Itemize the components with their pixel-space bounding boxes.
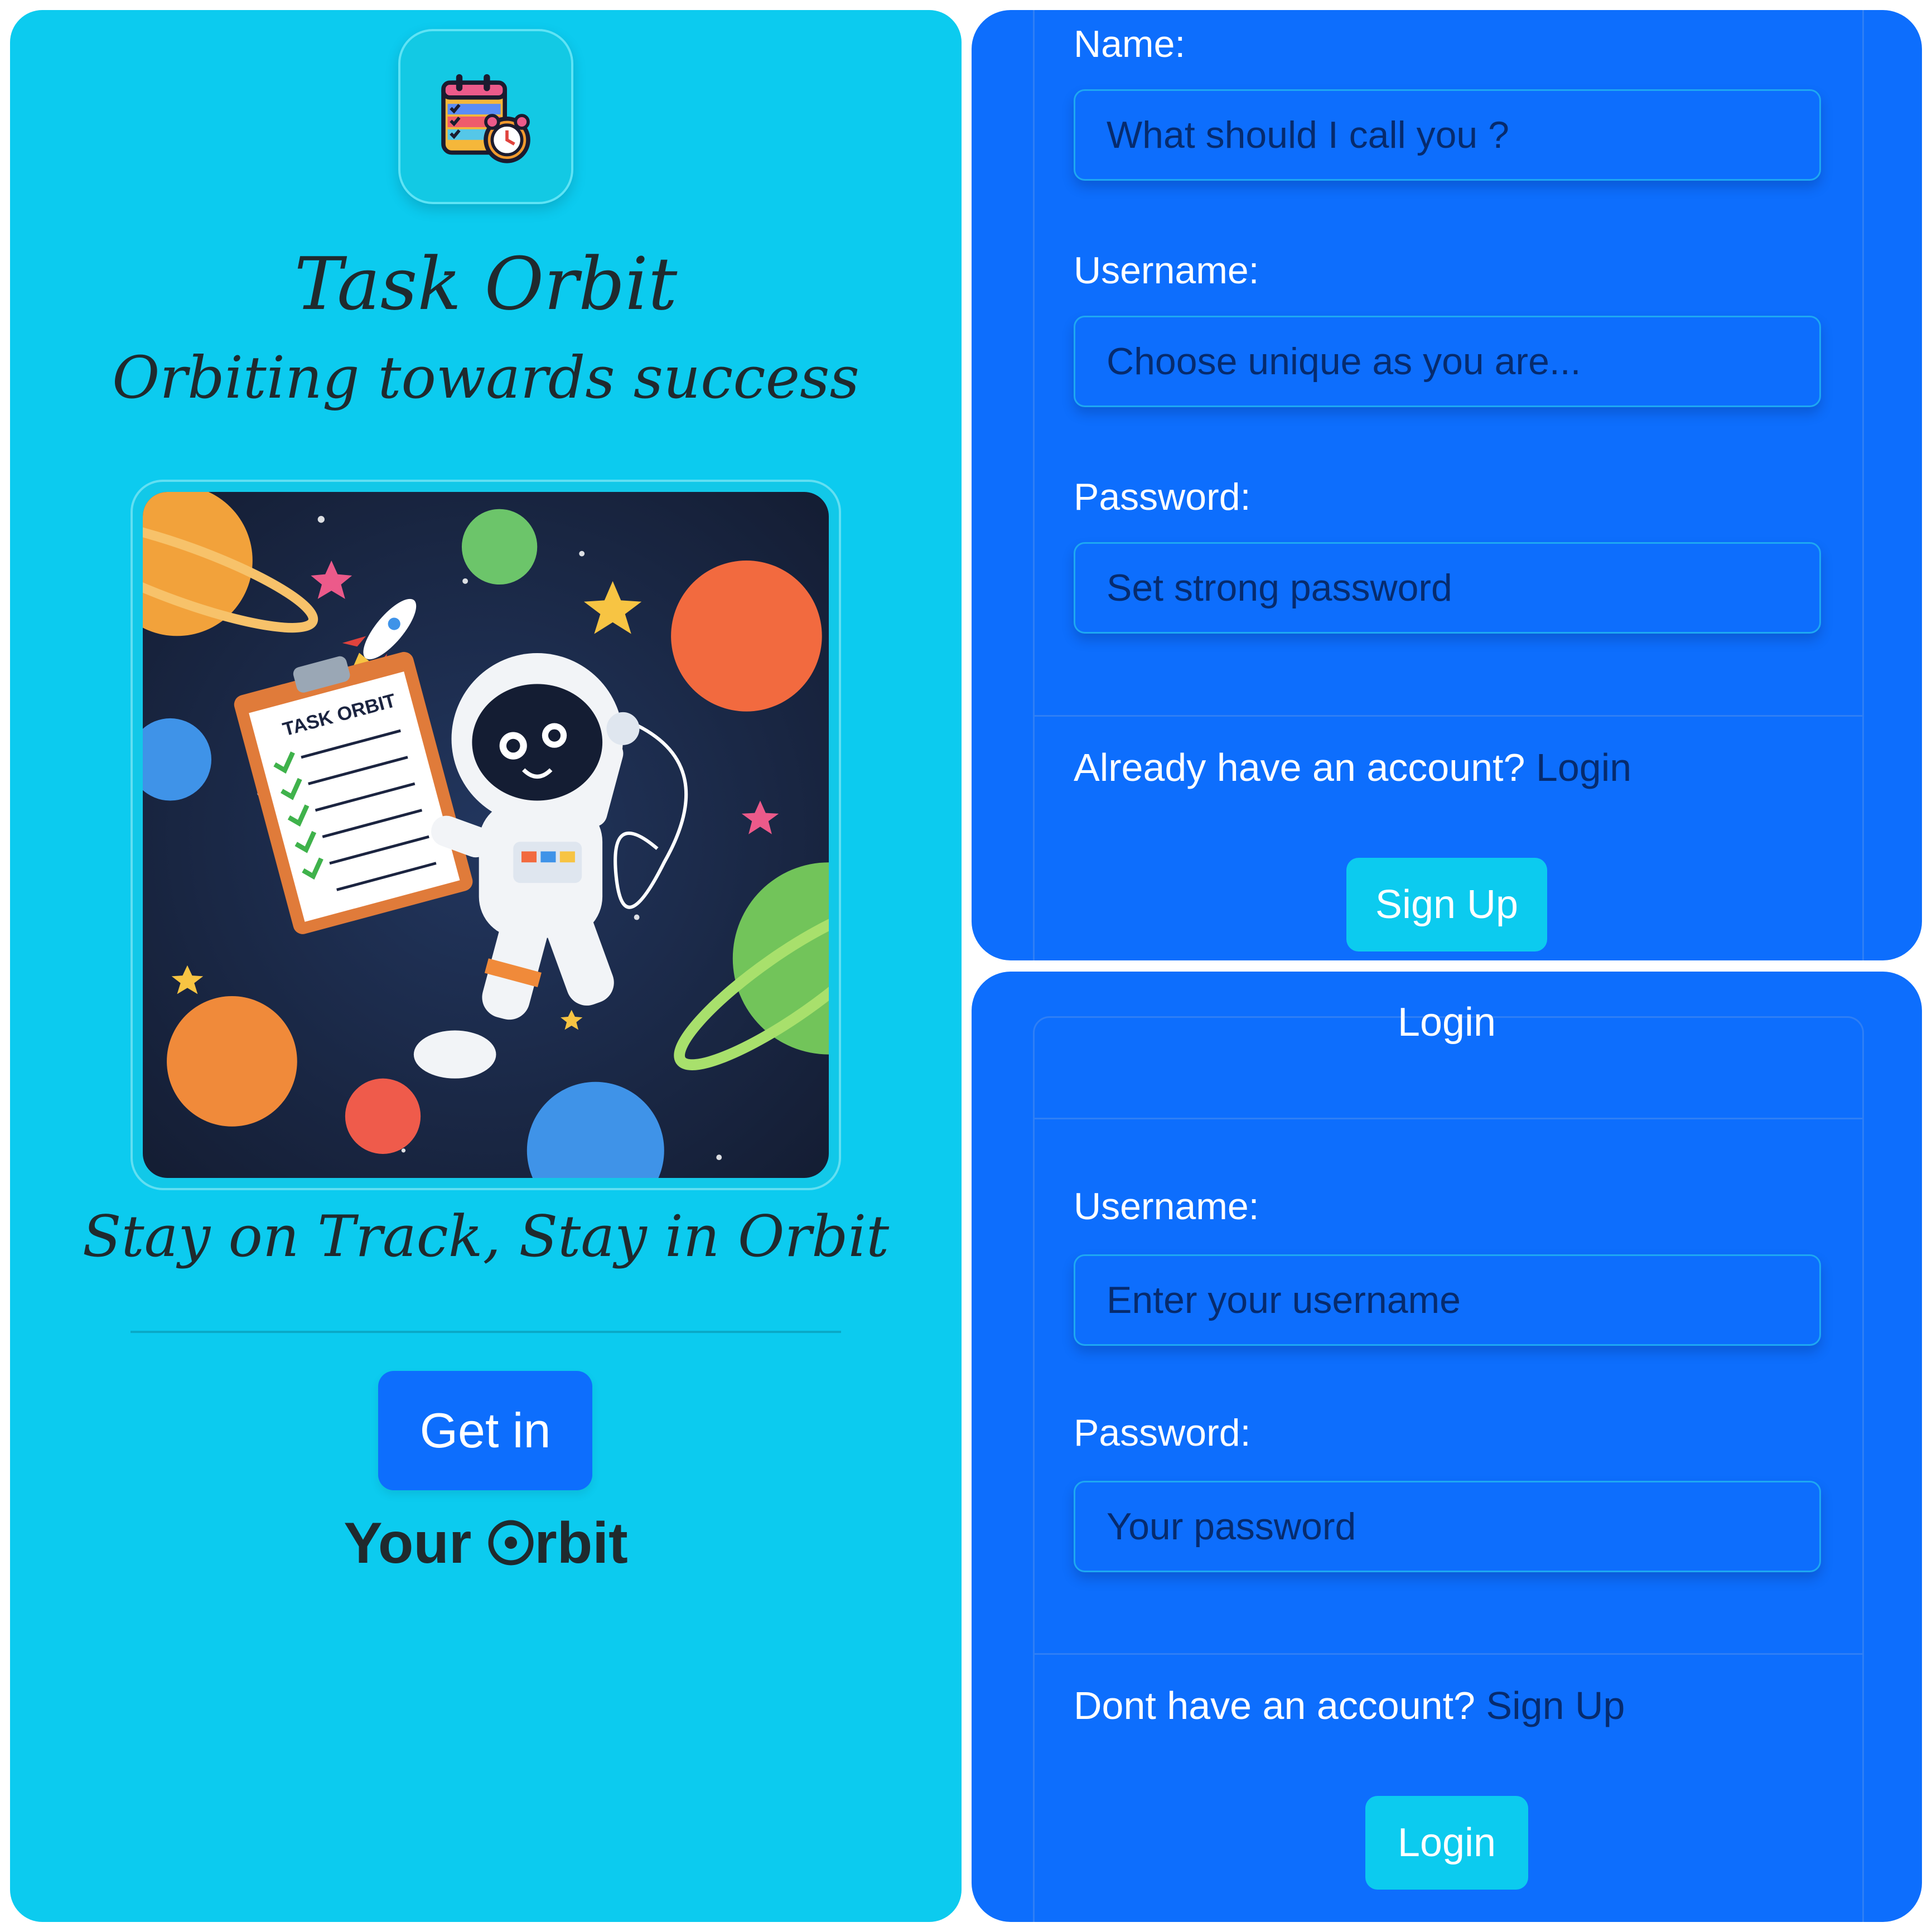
calendar-alarm-clock-icon [441, 74, 530, 163]
signup-prompt-text: Dont have an account? [1074, 1684, 1475, 1727]
login-header-divider [1033, 1118, 1864, 1119]
login-link[interactable]: Login [1536, 746, 1631, 789]
hero-image-frame: TASK ORBIT [131, 480, 841, 1190]
login-footer-divider [1033, 1653, 1864, 1655]
divider [131, 1331, 841, 1333]
hero-caption: Stay on Track, Stay in Orbit [82, 1204, 890, 1270]
signup-link[interactable]: Sign Up [1486, 1684, 1625, 1727]
astronaut-illustration: TASK ORBIT [143, 492, 829, 1178]
signup-prompt: Dont have an account? Sign Up [1074, 1683, 1625, 1728]
login-prompt-text: Already have an account? [1074, 746, 1525, 789]
app-title: Task Orbit [294, 241, 678, 326]
password-field[interactable]: Set strong password [1074, 542, 1821, 634]
landing-panel: Task Orbit Orbiting towards success TASK… [10, 10, 962, 1922]
card-footer-divider [1033, 715, 1864, 717]
your-orbit-prefix: Your [344, 1511, 488, 1576]
your-orbit-suffix: rbit [534, 1511, 628, 1576]
login-username-label: Username: [1074, 1185, 1259, 1228]
login-panel: Login Username: Enter your username Pass… [972, 972, 1922, 1922]
name-field[interactable]: What should I call you ? [1074, 89, 1821, 181]
app-tagline: Orbiting towards success [112, 344, 859, 412]
signup-panel: Name: What should I call you ? Username:… [972, 10, 1922, 960]
your-orbit-text: Your rbit [10, 1510, 962, 1577]
username-label: Username: [1074, 249, 1259, 292]
login-username-field[interactable]: Enter your username [1074, 1254, 1821, 1346]
username-field[interactable]: Choose unique as you are... [1074, 316, 1821, 407]
get-in-button[interactable]: Get in [378, 1371, 592, 1490]
login-password-field[interactable]: Your password [1074, 1481, 1821, 1572]
name-label: Name: [1074, 23, 1186, 65]
login-header: Login [1397, 1000, 1496, 1045]
login-prompt: Already have an account? Login [1074, 745, 1631, 790]
login-button[interactable]: Login [1365, 1796, 1528, 1890]
target-circle-icon [488, 1520, 534, 1566]
password-label: Password: [1074, 476, 1251, 518]
app-logo [398, 29, 573, 204]
login-card [1033, 1016, 1864, 1922]
sign-up-button[interactable]: Sign Up [1346, 858, 1547, 951]
login-password-label: Password: [1074, 1412, 1251, 1454]
